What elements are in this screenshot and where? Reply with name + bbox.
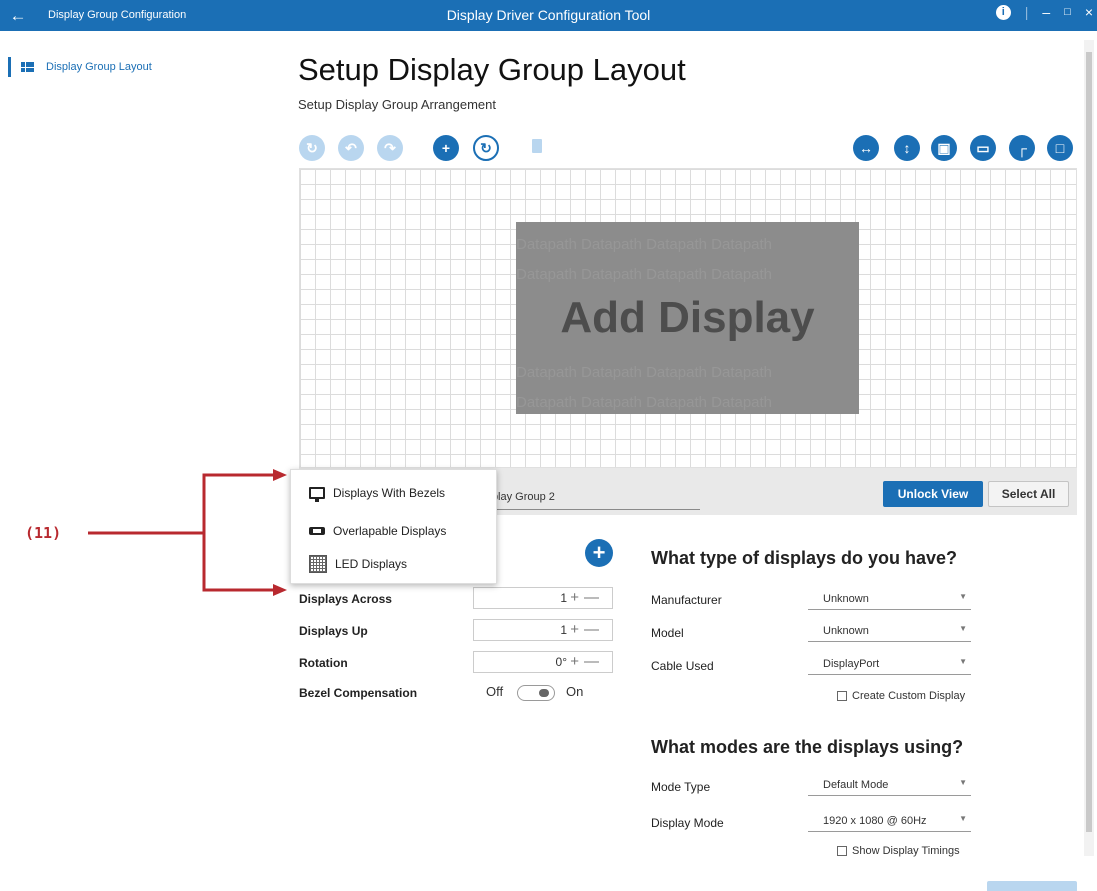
- callout-label: (11): [25, 524, 62, 542]
- callout-line-top: [202, 473, 276, 533]
- arrowhead-icon: [273, 469, 287, 481]
- callout-arrows: [88, 469, 287, 596]
- arrowhead-icon: [273, 584, 287, 596]
- callout-line-bottom: [202, 533, 276, 592]
